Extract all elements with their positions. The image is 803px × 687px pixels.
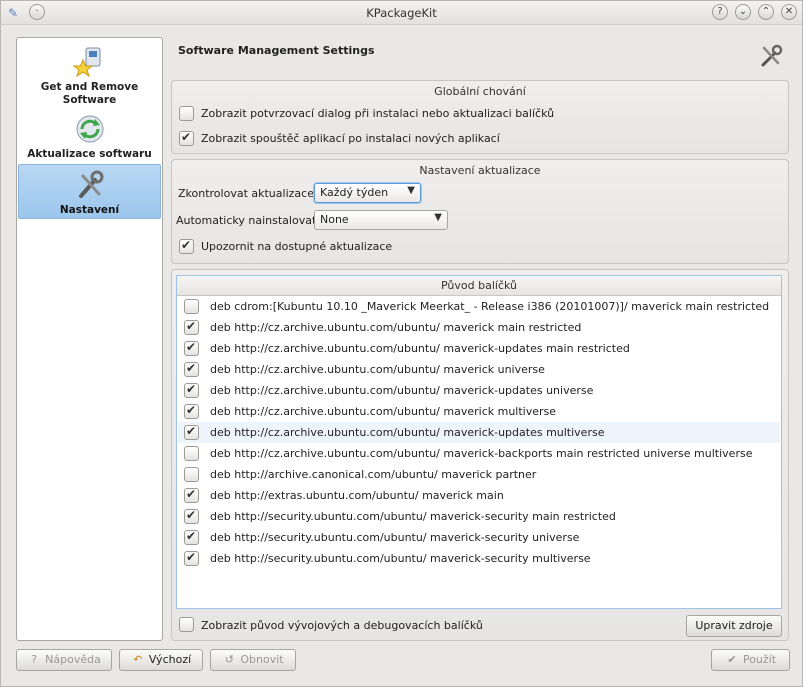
source-row[interactable]: deb http://extras.ubuntu.com/ubuntu/ mav… xyxy=(178,485,780,506)
source-checkbox[interactable] xyxy=(184,487,199,503)
source-text: deb http://security.ubuntu.com/ubuntu/ m… xyxy=(210,510,616,523)
help-button-label: Nápověda xyxy=(45,653,101,666)
window-title: KPackageKit xyxy=(366,6,437,20)
group-title: Globální chování xyxy=(434,85,526,98)
source-checkbox[interactable] xyxy=(184,424,199,440)
confirm-dialog-checkbox[interactable] xyxy=(179,106,194,121)
source-checkbox[interactable] xyxy=(184,529,199,545)
source-row[interactable]: deb http://cz.archive.ubuntu.com/ubuntu/… xyxy=(178,443,780,464)
group-title: Nastavení aktualizace xyxy=(419,164,541,177)
help-button[interactable]: ? Nápověda xyxy=(16,649,112,671)
defaults-button[interactable]: ↶ Výchozí xyxy=(119,649,203,671)
auto-install-select[interactable]: None ▼ xyxy=(314,210,448,230)
show-debug-checkbox[interactable] xyxy=(179,617,194,632)
chevron-down-icon: ▼ xyxy=(434,212,442,223)
close-button[interactable]: ✕ xyxy=(781,4,797,20)
source-checkbox[interactable] xyxy=(184,382,199,398)
source-text: deb http://cz.archive.ubuntu.com/ubuntu/… xyxy=(210,363,545,376)
source-row[interactable]: deb http://cz.archive.ubuntu.com/ubuntu/… xyxy=(178,401,780,422)
sidebar-item-updates[interactable]: Aktualizace softwaru xyxy=(18,112,161,162)
source-checkbox[interactable] xyxy=(184,299,199,314)
source-checkbox[interactable] xyxy=(184,403,199,419)
source-text: deb cdrom:[Kubuntu 10.10 _Maverick Meerk… xyxy=(210,300,770,313)
source-checkbox[interactable] xyxy=(184,467,199,482)
source-checkbox[interactable] xyxy=(184,340,199,356)
title-bar: ✎ · KPackageKit ? ⌄ ⌃ ✕ xyxy=(1,1,802,25)
sidebar: Get and Remove Software Aktualizace soft… xyxy=(16,37,163,641)
source-text: deb http://security.ubuntu.com/ubuntu/ m… xyxy=(210,552,591,565)
source-text: deb http://security.ubuntu.com/ubuntu/ m… xyxy=(210,531,580,544)
show-debug-label: Zobrazit původ vývojových a debugovacích… xyxy=(201,619,483,632)
sidebar-item-settings[interactable]: Nastavení xyxy=(18,164,161,219)
source-row[interactable]: deb http://security.ubuntu.com/ubuntu/ m… xyxy=(178,527,780,548)
source-text: deb http://cz.archive.ubuntu.com/ubuntu/… xyxy=(210,447,753,460)
defaults-button-label: Výchozí xyxy=(148,653,192,666)
source-text: deb http://cz.archive.ubuntu.com/ubuntu/… xyxy=(210,405,557,418)
chevron-down-icon: ▼ xyxy=(407,185,415,196)
check-updates-value: Každý týden xyxy=(320,186,389,199)
sidebar-item-label: Get and Remove Software xyxy=(40,81,139,106)
source-row[interactable]: deb http://security.ubuntu.com/ubuntu/ m… xyxy=(178,506,780,527)
edit-sources-button[interactable]: Upravit zdroje xyxy=(686,615,782,637)
sources-header: Původ balíčků xyxy=(177,276,781,296)
package-star-icon xyxy=(72,47,100,78)
check-updates-select[interactable]: Každý týden ▼ xyxy=(314,183,421,203)
source-row[interactable]: deb http://archive.canonical.com/ubuntu/… xyxy=(178,464,780,485)
source-row[interactable]: deb http://cz.archive.ubuntu.com/ubuntu/… xyxy=(178,359,780,380)
source-checkbox[interactable] xyxy=(184,508,199,524)
app-launcher-checkbox[interactable] xyxy=(179,130,194,146)
sidebar-item-get-and-remove[interactable]: Get and Remove Software xyxy=(18,44,161,110)
update-arrows-icon xyxy=(76,115,103,143)
source-text: deb http://cz.archive.ubuntu.com/ubuntu/… xyxy=(210,384,594,397)
sources-list[interactable]: Původ balíčků deb cdrom:[Kubuntu 10.10 _… xyxy=(176,275,782,609)
maximize-button[interactable]: ⌃ xyxy=(758,4,774,20)
reset-button-label: Obnovit xyxy=(240,653,284,666)
auto-install-value: None xyxy=(320,213,349,226)
source-row[interactable]: deb http://security.ubuntu.com/ubuntu/ m… xyxy=(178,548,780,569)
notify-updates-label: Upozornit na dostupné aktualizace xyxy=(201,240,393,253)
source-row[interactable]: deb cdrom:[Kubuntu 10.10 _Maverick Meerk… xyxy=(178,296,780,317)
source-row[interactable]: deb http://cz.archive.ubuntu.com/ubuntu/… xyxy=(178,380,780,401)
source-text: deb http://archive.canonical.com/ubuntu/… xyxy=(210,468,537,481)
defaults-icon: ↶ xyxy=(133,653,143,666)
sidebar-item-label: Nastavení xyxy=(59,204,120,216)
source-text: deb http://extras.ubuntu.com/ubuntu/ mav… xyxy=(210,489,504,502)
settings-tools-icon xyxy=(761,44,783,67)
confirm-dialog-label: Zobrazit potvrzovací dialog při instalac… xyxy=(201,107,555,120)
source-text: deb http://cz.archive.ubuntu.com/ubuntu/… xyxy=(210,426,605,439)
sidebar-item-label: Aktualizace softwaru xyxy=(27,148,152,160)
auto-install-label: Automaticky nainstalovat: xyxy=(176,214,320,227)
source-text: deb http://cz.archive.ubuntu.com/ubuntu/… xyxy=(210,321,582,334)
check-updates-label: Zkontrolovat aktualizace: xyxy=(178,187,318,200)
kpackagekit-window: ✎ · KPackageKit ? ⌄ ⌃ ✕ Get and Remove S… xyxy=(0,0,803,687)
source-checkbox[interactable] xyxy=(184,319,199,335)
tools-icon xyxy=(78,170,103,198)
check-icon: ✔ xyxy=(727,653,737,666)
minimize-button[interactable]: ⌄ xyxy=(735,4,751,20)
page-title: Software Management Settings xyxy=(178,44,375,57)
source-text: deb http://cz.archive.ubuntu.com/ubuntu/… xyxy=(210,342,630,355)
source-row[interactable]: deb http://cz.archive.ubuntu.com/ubuntu/… xyxy=(178,422,780,443)
source-checkbox[interactable] xyxy=(184,361,199,377)
apply-button[interactable]: ✔ Použít xyxy=(711,649,790,671)
undo-icon: ↺ xyxy=(224,653,234,666)
source-checkbox[interactable] xyxy=(184,550,199,566)
help-title-button[interactable]: ? xyxy=(712,4,728,20)
notify-updates-checkbox[interactable] xyxy=(179,238,194,254)
source-checkbox[interactable] xyxy=(184,446,199,461)
apply-button-label: Použít xyxy=(742,653,777,666)
help-book-icon: ? xyxy=(31,653,38,666)
app-launcher-label: Zobrazit spouštěč aplikací po instalaci … xyxy=(201,132,500,145)
source-row[interactable]: deb http://cz.archive.ubuntu.com/ubuntu/… xyxy=(178,317,780,338)
reset-button[interactable]: ↺ Obnovit xyxy=(210,649,296,671)
source-row[interactable]: deb http://cz.archive.ubuntu.com/ubuntu/… xyxy=(178,338,780,359)
